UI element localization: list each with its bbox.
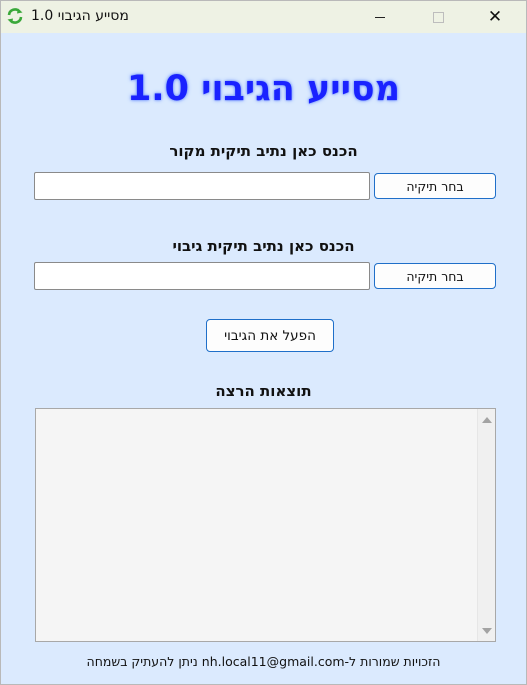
source-folder-label: הכנס כאן נתיב תיקית מקור (169, 142, 358, 160)
refresh-arrows-icon (6, 7, 24, 25)
maximize-button[interactable] (415, 1, 461, 33)
backup-folder-label: הכנס כאן נתיב תיקית גיבוי (172, 237, 355, 255)
run-backup-button[interactable]: הפעל את הגיבוי (206, 319, 334, 352)
backup-path-input[interactable] (34, 262, 370, 290)
scroll-down-icon[interactable] (482, 628, 492, 634)
title-bar[interactable]: מסייע הגיבוי 1.0 ✕ (1, 1, 526, 33)
window-title: מסייע הגיבוי 1.0 (31, 8, 129, 24)
footer-credits: הזכויות שמורות ל-nh.local11@gmail.com ני… (86, 654, 441, 669)
close-icon: ✕ (487, 7, 503, 27)
app-heading: מסייע הגיבוי 1.0 (126, 69, 401, 109)
maximize-icon (432, 11, 444, 23)
minimize-button[interactable] (357, 1, 403, 33)
close-button[interactable]: ✕ (472, 1, 518, 33)
source-browse-button[interactable]: בחר תיקיה (374, 173, 496, 199)
app-window: מסייע הגיבוי 1.0 ✕ מסייע הגיבוי 1.0 הכנס… (0, 0, 527, 685)
source-path-input[interactable] (34, 172, 370, 200)
results-textarea[interactable] (35, 408, 496, 642)
minimize-icon (375, 16, 385, 18)
scroll-up-icon[interactable] (482, 417, 492, 423)
results-scrollbar[interactable] (477, 409, 495, 641)
backup-browse-button[interactable]: בחר תיקיה (374, 263, 496, 289)
results-label: תוצאות הרצה (215, 382, 312, 400)
